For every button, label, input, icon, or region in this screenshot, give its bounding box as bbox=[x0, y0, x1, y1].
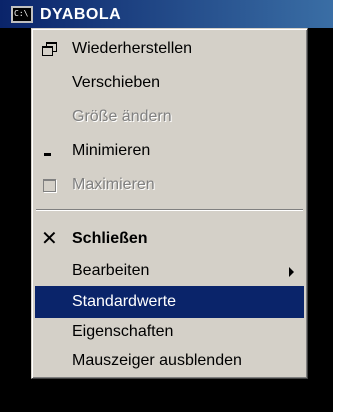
menu-item-properties[interactable]: Eigenschaften bbox=[35, 316, 304, 348]
window-title: DYABOLA bbox=[40, 6, 122, 23]
menu-item-label: Eigenschaften bbox=[72, 323, 174, 340]
menu-item-label: Größe ändern bbox=[72, 108, 172, 125]
menu-item-resize: Größe ändern bbox=[35, 101, 304, 133]
close-icon: ✕ bbox=[41, 228, 58, 250]
menu-item-label: Minimieren bbox=[72, 142, 151, 159]
menu-item-maximize: Maximieren bbox=[35, 169, 304, 201]
screen: DYABOLA Wiederherstellen Verschieben Grö… bbox=[0, 0, 356, 412]
minimize-icon bbox=[41, 143, 57, 159]
title-bar[interactable]: DYABOLA bbox=[0, 0, 333, 28]
menu-item-label: Verschieben bbox=[72, 74, 161, 91]
console-icon[interactable] bbox=[11, 6, 33, 23]
menu-item-label: Standardwerte bbox=[72, 293, 177, 310]
menu-item-label: Wiederherstellen bbox=[72, 40, 193, 57]
console-scrollbar-area bbox=[320, 28, 333, 412]
submenu-arrow-icon bbox=[289, 267, 294, 277]
menu-item-move[interactable]: Verschieben bbox=[35, 67, 304, 99]
menu-item-defaults[interactable]: Standardwerte bbox=[35, 286, 304, 318]
menu-item-minimize[interactable]: Minimieren bbox=[35, 135, 304, 167]
menu-item-edit[interactable]: Bearbeiten bbox=[35, 255, 304, 287]
menu-item-label: Mauszeiger ausblenden bbox=[72, 352, 242, 369]
menu-item-label: Bearbeiten bbox=[72, 262, 150, 279]
menu-item-hide-cursor[interactable]: Mauszeiger ausblenden bbox=[35, 345, 304, 377]
menu-item-label: Schließen bbox=[72, 230, 148, 247]
restore-icon bbox=[41, 41, 57, 57]
system-menu: Wiederherstellen Verschieben Größe änder… bbox=[31, 28, 308, 379]
menu-item-close[interactable]: ✕ Schließen bbox=[35, 223, 304, 255]
menu-separator bbox=[36, 209, 303, 211]
maximize-icon bbox=[41, 177, 57, 193]
menu-item-restore[interactable]: Wiederherstellen bbox=[35, 33, 304, 65]
menu-item-label: Maximieren bbox=[72, 176, 155, 193]
